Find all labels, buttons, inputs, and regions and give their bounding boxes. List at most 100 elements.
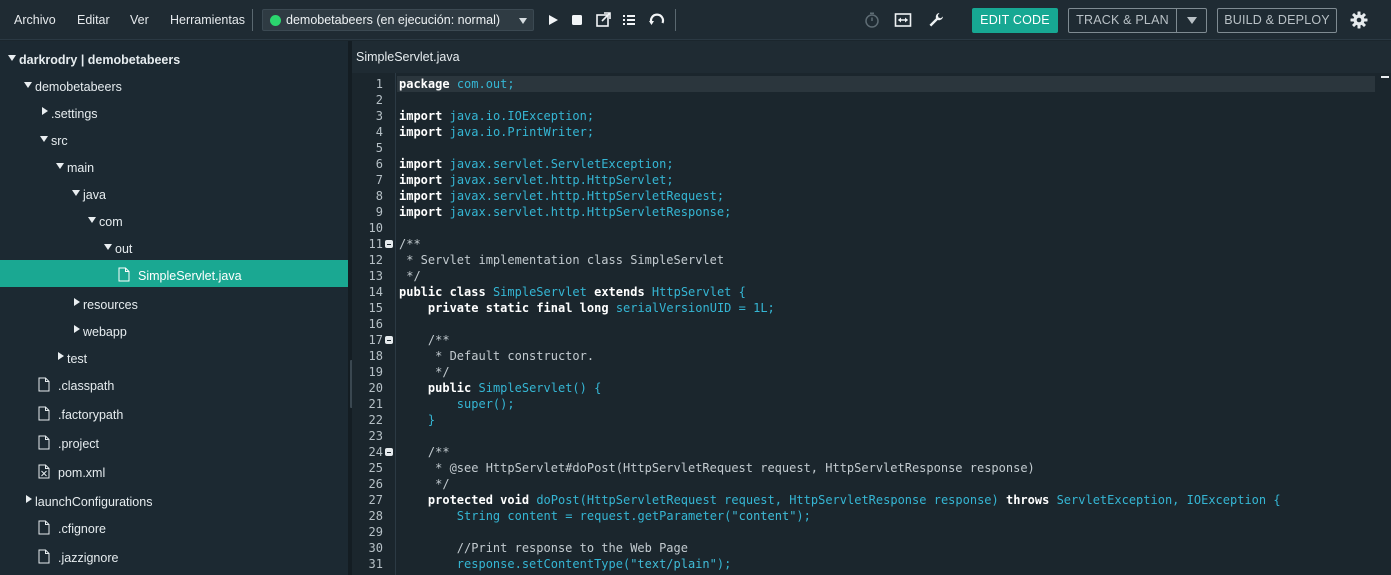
tree-item[interactable]: webapp — [0, 316, 348, 343]
menu-editar[interactable]: Editar — [77, 0, 110, 40]
tree-item-label: .factorypath — [58, 408, 124, 422]
expand-horizontal-icon[interactable] — [893, 10, 913, 30]
code-line[interactable]: /** — [399, 332, 450, 348]
editor-tab-bar: SimpleServlet.java — [352, 41, 1391, 73]
edit-code-button[interactable]: EDIT CODE — [972, 8, 1058, 33]
code-line[interactable]: protected void doPost(HttpServletRequest… — [399, 492, 1281, 508]
tree-item[interactable]: .project — [0, 428, 348, 455]
tree-item[interactable]: .cfignore — [0, 513, 348, 540]
code-line[interactable]: //Print response to the Web Page — [399, 540, 688, 556]
caret-right-icon[interactable] — [74, 298, 80, 306]
tree-item[interactable]: com — [0, 206, 348, 233]
clock-icon[interactable] — [862, 10, 882, 30]
code-line[interactable]: } — [399, 412, 435, 428]
code-line[interactable]: */ — [399, 476, 449, 492]
tree-item[interactable]: pom.xml — [0, 457, 348, 484]
tree-item[interactable]: .jazzignore — [0, 542, 348, 569]
stop-icon[interactable] — [567, 10, 587, 30]
line-number: 28 — [368, 509, 383, 523]
tree-item-label: .settings — [51, 107, 98, 121]
list-icon[interactable] — [619, 10, 639, 30]
caret-down-icon[interactable] — [8, 55, 16, 61]
line-number: 23 — [368, 429, 383, 443]
tree-item[interactable]: java — [0, 179, 348, 206]
caret-down-icon[interactable] — [88, 217, 96, 223]
caret-down-icon[interactable] — [40, 136, 48, 142]
line-number: 6 — [375, 157, 383, 171]
code-line[interactable]: */ — [399, 364, 449, 380]
button-divider — [1176, 9, 1177, 32]
play-icon[interactable] — [543, 10, 563, 30]
line-number: 8 — [375, 189, 383, 203]
caret-down-icon[interactable] — [104, 244, 112, 250]
caret-right-icon[interactable] — [26, 495, 32, 503]
tree-item[interactable]: test — [0, 343, 348, 370]
caret-right-icon[interactable] — [58, 352, 64, 360]
caret-down-icon[interactable] — [72, 190, 80, 196]
caret-right-icon[interactable] — [74, 325, 80, 333]
refresh-icon[interactable] — [647, 10, 667, 30]
tree-item[interactable]: main — [0, 152, 348, 179]
code-line[interactable]: import javax.servlet.http.HttpServletRes… — [399, 204, 731, 220]
line-number: 11 — [368, 237, 383, 251]
tree-item[interactable]: .factorypath — [0, 399, 348, 426]
project-selector[interactable]: demobetabeers (en ejecución: normal) — [262, 9, 534, 31]
gear-icon[interactable] — [1349, 10, 1369, 30]
menu-ver[interactable]: Ver — [130, 0, 149, 40]
tab-simpleservlet-java[interactable]: SimpleServlet.java — [356, 41, 460, 74]
code-line[interactable]: response.setContentType("text/plain"); — [399, 556, 732, 572]
line-number: 3 — [375, 109, 383, 123]
build-and-deploy-button[interactable]: BUILD & DEPLOY — [1217, 8, 1337, 33]
code-line[interactable]: public class SimpleServlet extends HttpS… — [399, 284, 746, 300]
tree-item[interactable]: darkrodry | demobetabeers — [0, 44, 348, 71]
line-number: 14 — [368, 285, 383, 299]
tree-item[interactable]: launchConfigurations — [0, 486, 348, 513]
code-line[interactable]: /** — [399, 444, 450, 460]
tree-item[interactable]: SimpleServlet.java — [0, 260, 348, 287]
code-line[interactable]: import javax.servlet.ServletException; — [399, 156, 674, 172]
caret-down-icon[interactable] — [56, 163, 64, 169]
tree-item[interactable]: .classpath — [0, 370, 348, 397]
code-line[interactable]: * @see HttpServlet#doPost(HttpServletReq… — [399, 460, 1035, 476]
code-line[interactable]: import java.io.IOException; — [399, 108, 594, 124]
line-number: 5 — [375, 141, 383, 155]
caret-right-icon[interactable] — [42, 107, 48, 115]
track-and-plan-button[interactable]: TRACK & PLAN — [1068, 8, 1207, 33]
code-editor[interactable]: 1 2 3 4 5 6 7 8 9 10 11 12 13 14 15 16 17 18 19 20 21 22 23 24 2… — [352, 73, 1391, 575]
code-line[interactable]: super(); — [399, 396, 515, 412]
fold-toggle-icon[interactable] — [385, 240, 393, 248]
tree-item[interactable]: resources — [0, 289, 348, 316]
menu-herramientas[interactable]: Herramientas — [170, 0, 245, 40]
line-number: 1 — [375, 77, 383, 91]
code-line[interactable]: /** — [399, 236, 421, 252]
tree-item-label: pom.xml — [58, 466, 106, 480]
fold-toggle-icon[interactable] — [385, 336, 393, 344]
file-icon — [38, 377, 50, 392]
code-line[interactable]: import javax.servlet.http.HttpServletReq… — [399, 188, 724, 204]
line-number: 19 — [368, 365, 383, 379]
tree-item[interactable]: src — [0, 125, 348, 152]
code-line[interactable]: * Default constructor. — [399, 348, 594, 364]
code-line[interactable]: public SimpleServlet() { — [399, 380, 601, 396]
code-line[interactable]: import javax.servlet.http.HttpServlet; — [399, 172, 674, 188]
tree-item[interactable]: demobetabeers — [0, 71, 348, 98]
wrench-icon[interactable] — [926, 10, 946, 30]
tree-item[interactable]: .settings — [0, 98, 348, 125]
vertical-scrollbar[interactable] — [1379, 73, 1391, 575]
external-link-icon[interactable] — [593, 10, 613, 30]
menu-archivo[interactable]: Archivo — [14, 0, 56, 40]
code-line[interactable]: String content = request.getParameter("c… — [399, 508, 811, 524]
code-line[interactable]: private static final long serialVersionU… — [399, 300, 775, 316]
line-number: 17 — [368, 333, 383, 347]
chevron-down-icon[interactable] — [1187, 17, 1197, 24]
code-line[interactable]: import java.io.PrintWriter; — [399, 124, 594, 140]
code-line[interactable]: * Servlet implementation class SimpleSer… — [399, 252, 724, 268]
tree-item[interactable]: out — [0, 233, 348, 260]
line-number: 25 — [368, 461, 383, 475]
code-line[interactable]: package com.out; — [399, 76, 515, 92]
fold-toggle-icon[interactable] — [385, 448, 393, 456]
line-number: 18 — [368, 349, 383, 363]
code-line[interactable]: */ — [399, 268, 420, 284]
caret-down-icon[interactable] — [24, 82, 32, 88]
line-number: 24 — [368, 445, 383, 459]
